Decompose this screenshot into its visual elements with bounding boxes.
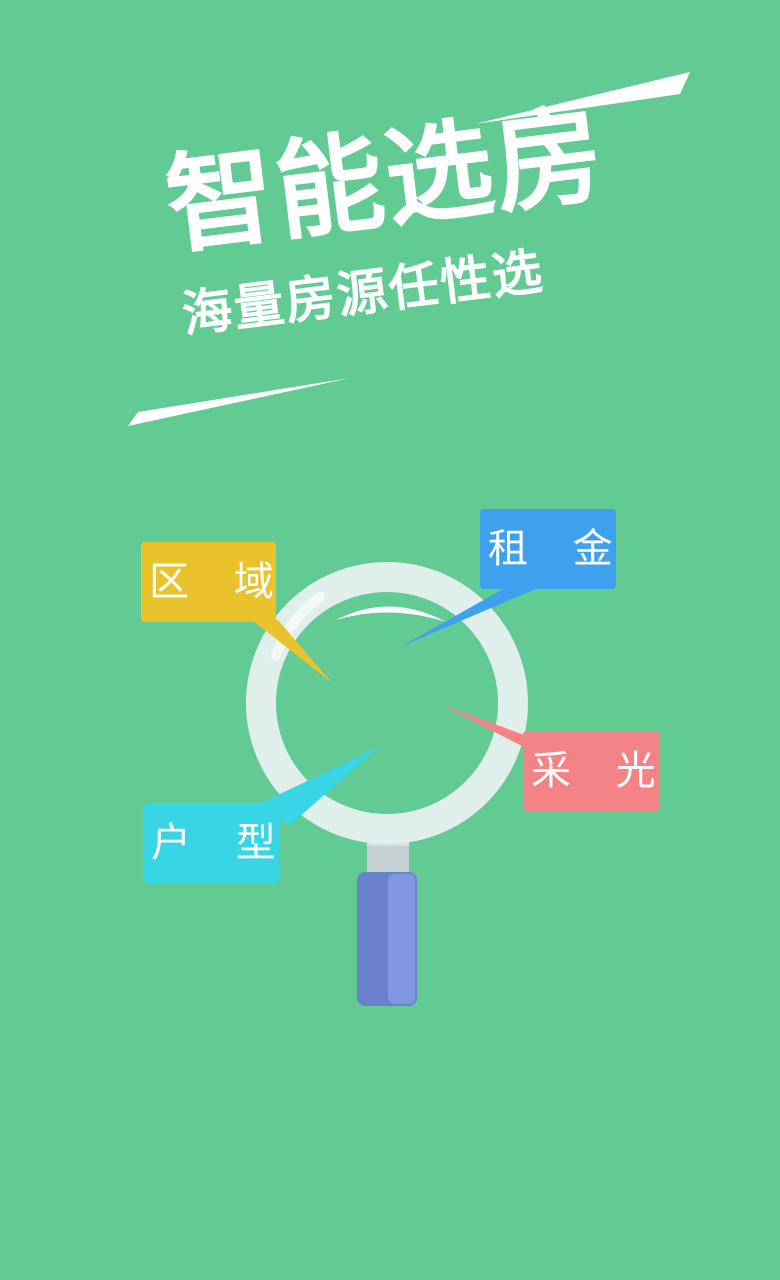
lighting-tag: 采 光 bbox=[523, 731, 660, 811]
region-tag: 区 域 bbox=[141, 542, 276, 622]
layout-tag-label: 户 型 bbox=[151, 820, 292, 866]
handle-highlight bbox=[388, 874, 415, 1004]
lighting-tag-label: 采 光 bbox=[531, 748, 672, 794]
rent-tag-label: 租 金 bbox=[488, 526, 629, 572]
rent-tag: 租 金 bbox=[480, 509, 616, 589]
intro-screen: 智能选房 海量房源任性选 区 域 租 金 采 光 户 型 bbox=[0, 0, 780, 1280]
layout-tag: 户 型 bbox=[143, 803, 279, 883]
region-tag-label: 区 域 bbox=[149, 559, 290, 605]
